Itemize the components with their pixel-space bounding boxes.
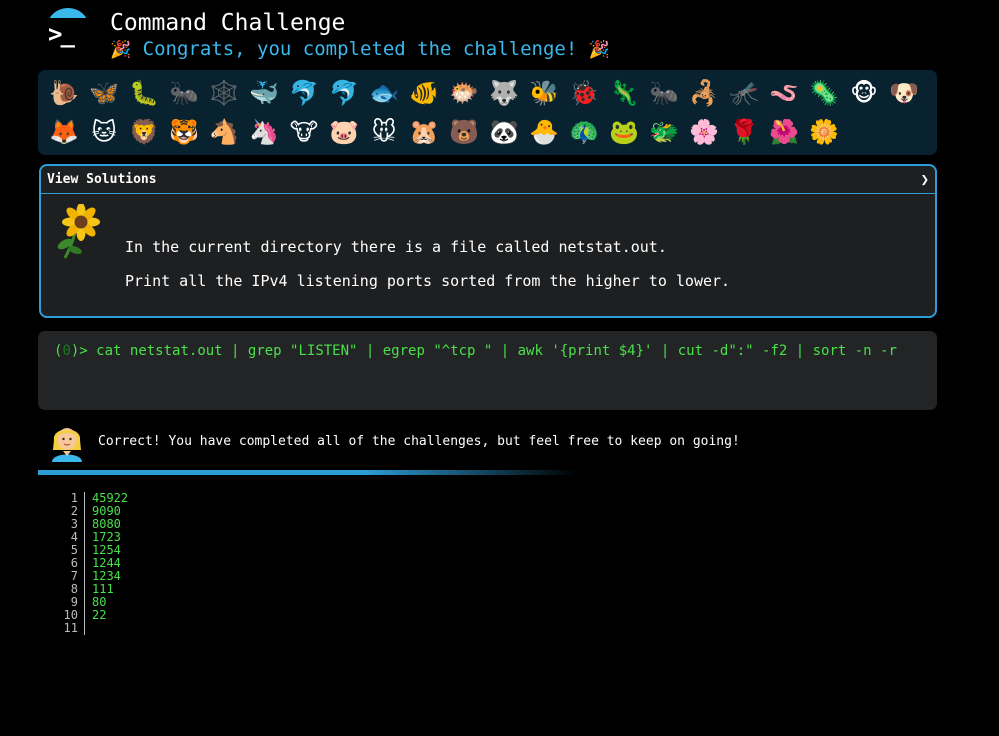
challenge-emoji-icon[interactable]: 🐛 <box>124 74 164 113</box>
challenge-description: In the current directory there is a file… <box>41 194 935 316</box>
line-number: 11 <box>63 621 78 635</box>
challenge-emoji-icon[interactable]: 🌹 <box>724 113 764 152</box>
feedback-text: Correct! You have completed all of the c… <box>98 434 740 449</box>
prompt-prefix: (0)> <box>54 343 88 359</box>
view-solutions-toggle[interactable]: View Solutions ❯ <box>41 166 935 194</box>
sunflower-icon <box>57 204 100 259</box>
challenge-emoji-icon[interactable]: 🐮 <box>284 113 324 152</box>
progress-bar <box>38 470 578 475</box>
woman-avatar-icon <box>52 428 82 462</box>
output-value <box>85 622 92 635</box>
page-subtitle: 🎉 Congrats, you completed the challenge!… <box>110 38 610 60</box>
challenge-emoji-icon[interactable]: 🐠 <box>404 74 444 113</box>
challenge-emoji-icon[interactable]: 🦊 <box>44 113 84 152</box>
challenge-emoji-icon[interactable]: 🐱 <box>84 113 124 152</box>
emoji-row: 🐌 🦋 🐛 🐜 🕸️ 🐳 🐬 🐬 🐟 🐠 🐡 🐺 🐝 🐞 🦎 🐜 🦂 🦟 🪱 🦠 🐵 🐶 <box>44 74 931 113</box>
challenge-emoji-icon[interactable]: 🐲 <box>644 113 684 152</box>
challenge-emoji-icon[interactable]: 🐌 <box>44 74 84 113</box>
page-header: >_ Command Challenge 🎉 Congrats, you com… <box>44 8 944 64</box>
challenge-emoji-icon[interactable]: 🕸️ <box>204 74 244 113</box>
feedback-message: Correct! You have completed all of the c… <box>38 418 898 464</box>
challenge-emoji-icon[interactable]: 🐴 <box>204 113 244 152</box>
command-input[interactable]: (0)> cat netstat.out | grep "LISTEN" | e… <box>38 331 937 410</box>
challenge-emoji-icon[interactable]: 🐼 <box>484 113 524 152</box>
challenge-emoji-icon[interactable]: 🐭 <box>364 113 404 152</box>
challenge-text: In the current directory there is a file… <box>125 230 730 298</box>
challenge-emoji-icon[interactable]: 🪱 <box>764 74 804 113</box>
challenge-emoji-icon[interactable]: 🦠 <box>804 74 844 113</box>
challenge-line-1: In the current directory there is a file… <box>125 238 667 256</box>
challenge-emoji-icon[interactable]: 🦋 <box>84 74 124 113</box>
challenge-emoji-icon[interactable]: 🌺 <box>764 113 804 152</box>
terminal-logo-icon[interactable]: >_ <box>44 8 92 58</box>
challenge-emoji-icon[interactable]: 🐳 <box>244 74 284 113</box>
challenge-emoji-icon[interactable]: 🦟 <box>724 74 764 113</box>
view-solutions-panel: View Solutions ❯ In the current director… <box>39 164 937 318</box>
challenge-emoji-icon[interactable]: 🐜 <box>644 74 684 113</box>
challenge-line-2: Print all the IPv4 listening ports sorte… <box>125 272 731 290</box>
challenge-emoji-icon[interactable]: 🌼 <box>804 113 844 152</box>
chevron-right-icon[interactable]: ❯ <box>921 172 929 188</box>
challenge-emoji-icon[interactable]: 🐺 <box>484 74 524 113</box>
challenge-emoji-icon[interactable]: 🐬 <box>284 74 324 113</box>
challenge-emoji-icon[interactable]: 🦄 <box>244 113 284 152</box>
challenge-emoji-icon[interactable]: 🐞 <box>564 74 604 113</box>
challenge-emoji-icon[interactable]: 🦚 <box>564 113 604 152</box>
output-value: 22 <box>92 608 107 622</box>
challenge-emoji-icon[interactable]: 🦂 <box>684 74 724 113</box>
challenge-emoji-icon[interactable]: 🐷 <box>324 113 364 152</box>
party-popper-icon: 🎉 <box>588 40 610 60</box>
view-solutions-label: View Solutions <box>47 172 157 187</box>
challenge-emoji-icon[interactable]: 🐶 <box>884 74 924 113</box>
command-output: 1 45922 2 9090 3 8080 4 1723 5 1254 6 1244 7 1234 8 111… <box>60 492 128 635</box>
challenge-emoji-icon[interactable]: 🐸 <box>604 113 644 152</box>
challenge-emoji-icon[interactable]: 🐬 <box>324 74 364 113</box>
subtitle-text: Congrats, you completed the challenge! <box>142 38 578 60</box>
challenge-emoji-panel: 🐌 🦋 🐛 🐜 🕸️ 🐳 🐬 🐬 🐟 🐠 🐡 🐺 🐝 🐞 🦎 🐜 🦂 🦟 🪱 🦠 🐵 🐶 🦊 🐱 🦁 🐯 🐴 🦄 🐮 🐷 🐭 🐹 🐻 🐼 🐣 🦚 🐸 🐲… <box>38 70 937 155</box>
page-title: Command Challenge <box>110 10 346 36</box>
challenge-emoji-icon[interactable]: 🐵 <box>844 74 884 113</box>
challenge-emoji-icon[interactable]: 🐝 <box>524 74 564 113</box>
party-popper-icon: 🎉 <box>110 40 132 60</box>
challenge-emoji-icon[interactable]: 🐟 <box>364 74 404 113</box>
challenge-emoji-icon[interactable]: 🦁 <box>124 113 164 152</box>
challenge-emoji-icon[interactable]: 🦎 <box>604 74 644 113</box>
output-line: 11 <box>60 622 128 635</box>
challenge-emoji-icon[interactable]: 🐣 <box>524 113 564 152</box>
challenge-emoji-icon[interactable]: 🌸 <box>684 113 724 152</box>
challenge-emoji-icon[interactable]: 🐯 <box>164 113 204 152</box>
challenge-emoji-icon[interactable]: 🐡 <box>444 74 484 113</box>
challenge-emoji-icon[interactable]: 🐻 <box>444 113 484 152</box>
challenge-emoji-icon[interactable]: 🐜 <box>164 74 204 113</box>
command-text: cat netstat.out | grep "LISTEN" | egrep … <box>96 343 897 359</box>
emoji-row: 🦊 🐱 🦁 🐯 🐴 🦄 🐮 🐷 🐭 🐹 🐻 🐼 🐣 🦚 🐸 🐲 🌸 🌹 🌺 🌼 <box>44 113 931 152</box>
challenge-emoji-icon[interactable]: 🐹 <box>404 113 444 152</box>
